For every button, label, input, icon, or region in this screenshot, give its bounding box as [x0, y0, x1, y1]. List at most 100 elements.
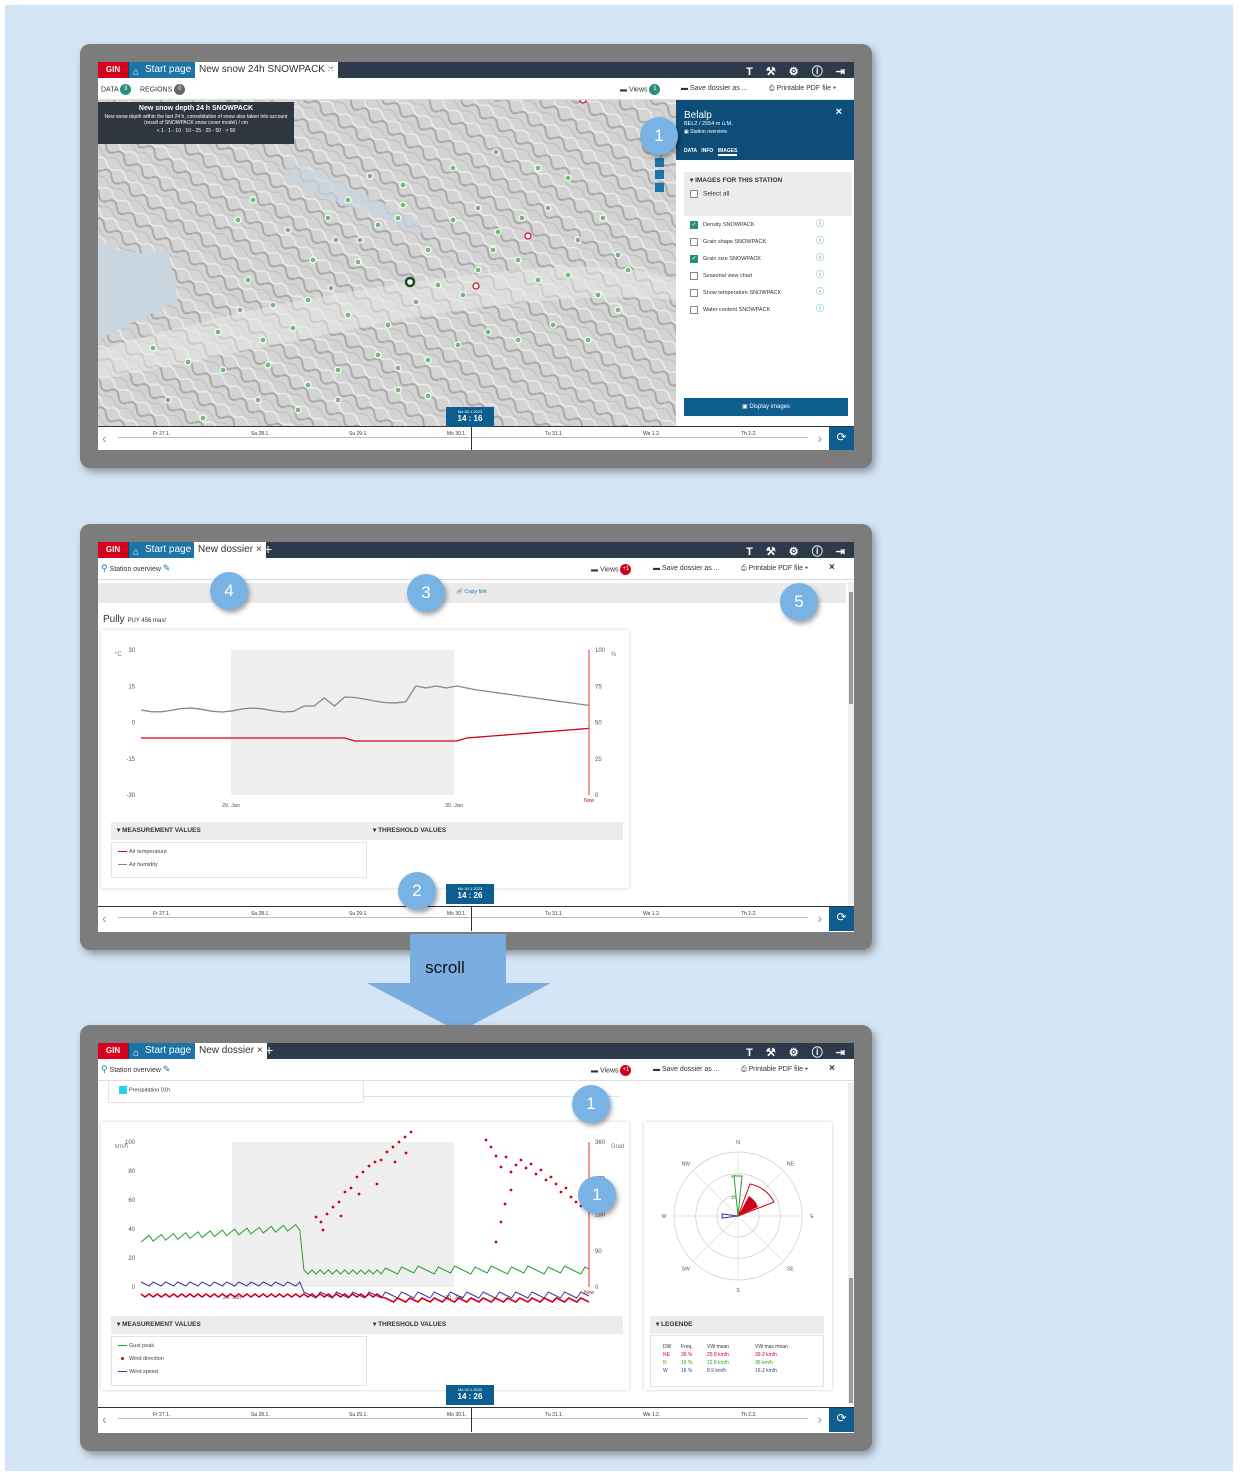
save-dossier-button[interactable]: ▬ Save dossier as ... — [653, 565, 720, 572]
timeline[interactable]: ‹ Fr 27.1. Sa 28.1. Su 29.1. Mo 30.1. Tu 31.… — [98, 426, 854, 450]
timeline-day-label[interactable]: Sa 28.1. — [251, 431, 270, 437]
image-option[interactable]: Seasonal view chart ⓘ — [690, 270, 850, 285]
timeline-day-label[interactable]: We 1.2. — [643, 431, 660, 437]
timeline-day-label[interactable]: Th 2.2. — [741, 911, 757, 917]
timeline-marker[interactable] — [471, 426, 472, 450]
timeline[interactable]: ‹ Fr 27.1. Sa 28.1. Su 29.1. Mo 30.1. Tu 31.… — [98, 1407, 854, 1432]
timeline[interactable]: ‹ Fr 27.1. Sa 28.1. Su 29.1. Mo 30.1. Tu 31.… — [98, 906, 854, 931]
info-icon[interactable]: ⓘ — [816, 304, 824, 314]
data-tab[interactable]: DATA 3 — [101, 84, 132, 95]
image-option[interactable]: Water content SNOWPACK ⓘ — [690, 304, 850, 319]
temperature-humidity-chart[interactable]: 30 15 0 -15 -30 100 75 50 25 0 °C % 29. Jan 30. Jan No… — [101, 630, 629, 820]
timeline-prev-button[interactable]: ‹ — [102, 1411, 107, 1427]
timeline-day-label[interactable]: Fr 27.1. — [153, 431, 170, 437]
checkbox[interactable] — [690, 237, 698, 246]
tab-start-page[interactable]: ⌂ Start page — [129, 62, 196, 78]
timeline-next-button[interactable]: › — [817, 910, 822, 926]
new-tab-button[interactable]: + — [264, 542, 272, 557]
top-icons[interactable]: T ⚒ ⚙ ⓘ ⇥ — [746, 1044, 850, 1060]
checkbox[interactable]: ✓ — [690, 220, 698, 229]
timeline-day-label[interactable]: Sa 28.1. — [251, 1412, 270, 1418]
timeline-day-label[interactable]: Mo 30.1. — [447, 911, 466, 917]
terrain-map[interactable] — [98, 100, 676, 426]
checkbox[interactable] — [690, 288, 698, 297]
timeline-day-label[interactable]: Mo 30.1. — [447, 1412, 466, 1418]
close-dossier-button[interactable]: × — [829, 562, 835, 573]
image-option[interactable]: ✓ Grain size SNOWPACK ⓘ — [690, 253, 850, 268]
tab-info[interactable]: INFO — [701, 148, 713, 154]
timeline-day-label[interactable]: Th 2.2. — [741, 431, 757, 437]
checkbox[interactable] — [690, 271, 698, 280]
timeline-day-label[interactable]: Tu 31.1. — [545, 431, 563, 437]
legend-item[interactable]: Air humidity — [118, 859, 360, 872]
tab-current[interactable]: New dossier × — [195, 1043, 267, 1059]
station-overview-button[interactable]: ⚲ Station overview ✎ — [101, 1064, 170, 1075]
timeline-day-label[interactable]: We 1.2. — [643, 911, 660, 917]
tab-start-page[interactable]: ⌂ Start page — [129, 1043, 196, 1059]
top-icons[interactable]: T ⚒ ⚙ ⓘ ⇥ — [746, 63, 850, 79]
legend-item[interactable]: Air temperature — [118, 846, 360, 859]
gin-logo[interactable]: GIN — [98, 62, 128, 78]
timeline-day-label[interactable]: Su 29.1. — [349, 1412, 368, 1418]
info-icon[interactable]: ⓘ — [816, 236, 824, 246]
measurement-values-header[interactable]: ▾ MEASUREMENT VALUES — [111, 822, 367, 840]
timeline-day-label[interactable]: Fr 27.1. — [153, 911, 170, 917]
new-tab-button[interactable]: + — [326, 62, 334, 77]
timeline-day-label[interactable]: Tu 31.1. — [545, 1412, 563, 1418]
timeline-marker[interactable] — [471, 906, 472, 931]
measurement-values-header[interactable]: ▾ MEASUREMENT VALUES — [111, 1316, 367, 1334]
legende-header[interactable]: ▾ LEGENDE — [650, 1316, 824, 1334]
time-display[interactable]: Mo 30.1.2023 14 : 16 — [446, 407, 494, 427]
timeline-day-label[interactable]: Su 29.1. — [349, 431, 368, 437]
live-data-button[interactable]: ⟳ — [829, 427, 854, 450]
info-icon[interactable]: ⓘ — [816, 270, 824, 280]
timeline-day-label[interactable]: Mo 30.1. — [447, 431, 466, 437]
timeline-day-label[interactable]: We 1.2. — [643, 1412, 660, 1418]
timeline-marker[interactable] — [471, 1407, 472, 1432]
checkbox[interactable]: ✓ — [690, 254, 698, 263]
timeline-next-button[interactable]: › — [817, 430, 822, 446]
time-display[interactable]: Mo 30.1.2023 14 : 26 — [446, 884, 494, 904]
regions-tab[interactable]: REGIONS 0 — [140, 84, 186, 95]
gin-logo[interactable]: GIN — [98, 1043, 128, 1059]
tab-current[interactable]: New snow 24h SNOWPACK × — [195, 62, 338, 78]
timeline-day-label[interactable]: Su 29.1. — [349, 911, 368, 917]
scrollbar[interactable] — [848, 582, 854, 904]
tab-start-page[interactable]: ⌂ Start page — [129, 542, 196, 558]
timeline-day-label[interactable]: Tu 31.1. — [545, 911, 563, 917]
tab-images[interactable]: IMAGES — [717, 148, 738, 156]
top-icons[interactable]: T ⚒ ⚙ ⓘ ⇥ — [746, 543, 850, 559]
timeline-prev-button[interactable]: ‹ — [102, 430, 107, 446]
save-dossier-button[interactable]: ▬ Save dossier as ... — [681, 85, 748, 92]
timeline-prev-button[interactable]: ‹ — [102, 910, 107, 926]
close-panel-button[interactable]: × — [836, 106, 842, 118]
timeline-day-label[interactable]: Sa 28.1. — [251, 911, 270, 917]
close-tab-icon[interactable]: × — [256, 544, 262, 555]
select-all-checkbox[interactable]: Select all — [690, 190, 846, 198]
scrollbar[interactable] — [848, 1083, 854, 1405]
copy-link-button[interactable]: 🔗 Copy link — [456, 589, 487, 595]
wind-chart[interactable]: 100806040200360270180900km/hGrad29. Jan3… — [101, 1122, 629, 1314]
pdf-button[interactable]: ⎙ Printable PDF file ▾ — [741, 1066, 808, 1074]
tab-data[interactable]: DATA — [684, 148, 697, 154]
timeline-next-button[interactable]: › — [817, 1411, 822, 1427]
wind-rose[interactable]: NNEESESSWWNW4020 — [644, 1122, 832, 1312]
live-data-button[interactable]: ⟳ — [829, 907, 854, 931]
tab-current[interactable]: New dossier × — [194, 542, 266, 558]
display-images-button[interactable]: ▣ Display images — [684, 398, 848, 416]
timeline-day-label[interactable]: Fr 27.1. — [153, 1412, 170, 1418]
pdf-button[interactable]: ⎙ Printable PDF file ▾ — [741, 565, 808, 573]
views-button[interactable]: ▬ Views +1 — [591, 564, 632, 575]
gin-logo[interactable]: GIN — [98, 542, 128, 558]
threshold-values-header[interactable]: ▾ THRESHOLD VALUES — [367, 1316, 623, 1334]
close-tab-icon[interactable]: × — [257, 1045, 263, 1056]
image-option[interactable]: Snow temperature SNOWPACK ⓘ — [690, 287, 850, 302]
edit-icon[interactable]: ✎ — [163, 1064, 171, 1074]
image-option[interactable]: Grain shape SNOWPACK ⓘ — [690, 236, 850, 251]
legend-item[interactable]: Wind speed — [118, 1366, 360, 1379]
pdf-button[interactable]: ⎙ Printable PDF file ▾ — [769, 85, 836, 93]
checkbox[interactable] — [690, 305, 698, 314]
threshold-values-header[interactable]: ▾ THRESHOLD VALUES — [367, 822, 623, 840]
views-button[interactable]: ▬ Views +1 — [591, 1065, 632, 1076]
live-data-button[interactable]: ⟳ — [829, 1408, 854, 1432]
